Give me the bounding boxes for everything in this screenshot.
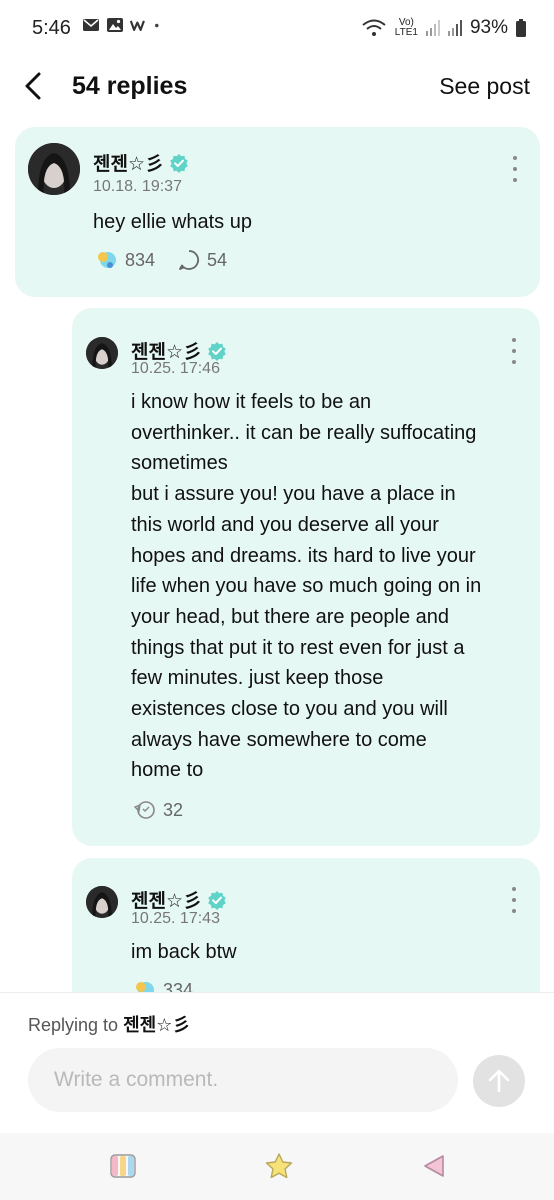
status-bar: 5:46 Vo) LTE1 93% <box>0 0 554 58</box>
back-nav-icon <box>424 1155 444 1177</box>
text-line: things that put it to rest even for just… <box>131 636 465 659</box>
author-name[interactable]: 젠젠☆彡 <box>93 149 164 176</box>
reply-stats: 334 <box>131 979 193 992</box>
more-options-button[interactable] <box>508 338 520 364</box>
more-options-button[interactable] <box>508 887 520 913</box>
reply-text: im back btw <box>131 941 237 963</box>
avatar-image <box>28 143 80 195</box>
status-right: Vo) LTE1 93% <box>361 17 526 39</box>
home-icon <box>265 1153 293 1179</box>
send-arrow-icon <box>488 1069 510 1093</box>
comment-count: 54 <box>207 249 228 270</box>
text-line: hopes and dreams. its hard to live your <box>131 544 476 567</box>
back-button[interactable] <box>20 70 50 102</box>
avatar-image <box>86 886 118 918</box>
signal-icon-2 <box>447 20 462 36</box>
text-line: but i assure you! you have a place in <box>131 483 456 506</box>
back-arrow-icon <box>25 72 41 100</box>
text-line: existences close to you and you will <box>131 698 448 721</box>
text-line: sometimes <box>131 452 228 475</box>
reply-card: 젠젠☆彡 10.25. 17:43 im back btw 334 <box>72 858 540 992</box>
comment-input[interactable] <box>28 1048 458 1112</box>
like-count: 32 <box>163 799 184 820</box>
status-time: 5:46 <box>32 17 71 39</box>
network-label: Vo) LTE1 <box>394 17 418 38</box>
text-line: life when you have so much going on in <box>131 575 482 598</box>
replying-to-name: 젠젠☆彡 <box>123 1015 191 1035</box>
replying-label: Replying to <box>28 1015 119 1035</box>
like-count: 334 <box>163 979 194 993</box>
comment-text: hey ellie whats up <box>93 211 252 233</box>
send-button[interactable] <box>473 1055 525 1107</box>
author-row: 젠젠☆彡 <box>131 886 227 913</box>
recents-button[interactable] <box>109 1151 141 1181</box>
verified-icon <box>208 341 226 361</box>
text-line: this world and you deserve all your <box>131 513 439 536</box>
header: 54 replies See post <box>0 60 554 112</box>
notification-icons <box>82 17 164 33</box>
page-title: 54 replies <box>72 72 188 100</box>
see-post-button[interactable]: See post <box>439 73 530 100</box>
text-line: i know how it feels to be an <box>131 391 372 413</box>
replying-to-label: Replying to 젠젠☆彡 <box>28 1011 190 1037</box>
like-sticker-icon[interactable] <box>93 249 119 271</box>
wifi-icon <box>362 19 386 36</box>
avatar[interactable] <box>86 337 118 369</box>
back-nav-button[interactable] <box>418 1151 450 1181</box>
home-button[interactable] <box>263 1151 295 1181</box>
recents-icon <box>110 1154 136 1178</box>
replies-list[interactable]: 젠젠☆彡 10.18. 19:37 hey ellie whats up 834… <box>0 120 554 992</box>
more-options-button[interactable] <box>509 156 521 182</box>
verified-icon <box>208 890 226 910</box>
main-comment-card: 젠젠☆彡 10.18. 19:37 hey ellie whats up 834… <box>15 127 540 297</box>
gallery-icon <box>107 18 123 32</box>
timestamp: 10.18. 19:37 <box>93 178 182 195</box>
text-line: always have somewhere to come <box>131 728 427 751</box>
weverse-icon <box>130 20 145 31</box>
like-sticker-outline-icon[interactable] <box>131 799 157 821</box>
avatar[interactable] <box>86 886 118 918</box>
like-count: 834 <box>125 249 156 270</box>
text-line: overthinker.. it can be really suffocati… <box>131 421 477 444</box>
signal-icon-1 <box>425 20 440 36</box>
like-sticker-icon[interactable] <box>131 979 157 992</box>
reply-text: i know how it feels to be an overthinker… <box>131 387 531 786</box>
verified-icon <box>170 153 188 173</box>
author-row: 젠젠☆彡 <box>93 149 189 176</box>
text-line: your head, but there are people and <box>131 605 450 628</box>
battery-percent: 93% <box>469 17 508 38</box>
reply-stats: 32 <box>131 799 183 821</box>
system-nav-bar <box>0 1133 554 1200</box>
avatar[interactable] <box>28 143 80 195</box>
timestamp: 10.25. 17:46 <box>131 360 220 377</box>
avatar-image <box>86 337 118 369</box>
text-line: few minutes. just keep those <box>131 667 384 690</box>
reply-card: 젠젠☆彡 10.25. 17:46 i know how it feels to… <box>72 308 540 846</box>
text-line: home to <box>131 759 204 782</box>
mail-icon <box>83 19 99 31</box>
battery-icon <box>516 19 526 37</box>
comment-icon[interactable] <box>177 248 201 272</box>
author-name[interactable]: 젠젠☆彡 <box>131 886 202 913</box>
comment-stats: 834 54 <box>93 248 227 272</box>
timestamp: 10.25. 17:43 <box>131 910 220 927</box>
dot-icon <box>155 23 159 28</box>
compose-area: Replying to 젠젠☆彡 <box>0 992 554 1132</box>
